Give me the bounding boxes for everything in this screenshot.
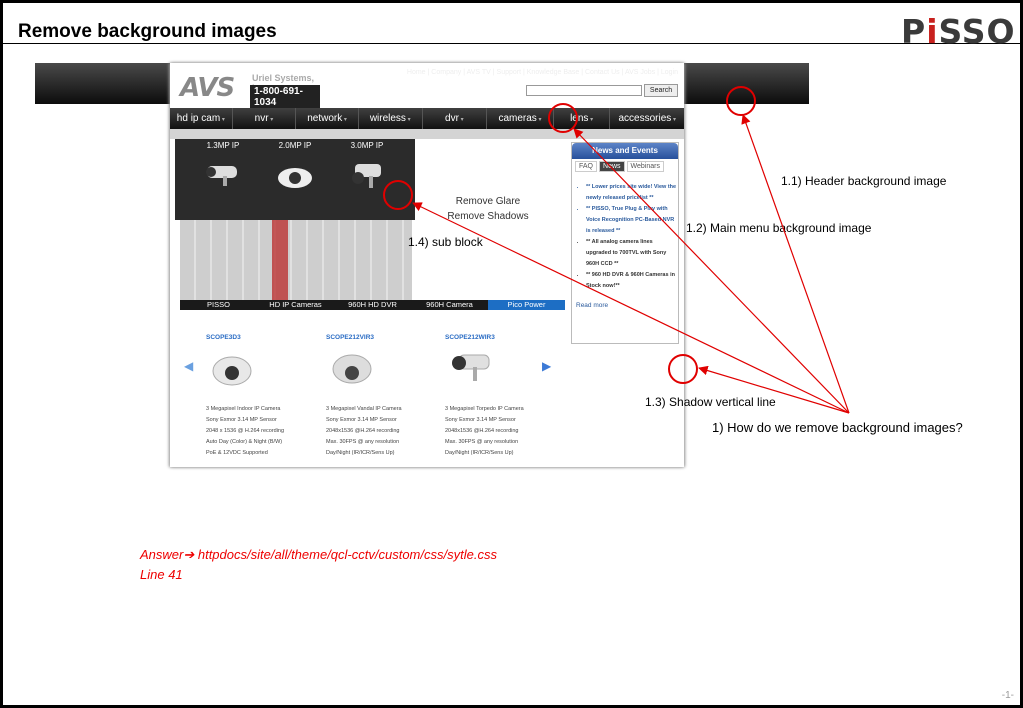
highlight-circle xyxy=(548,103,578,133)
highlight-circle xyxy=(668,354,698,384)
arrow-header xyxy=(741,114,850,414)
annotation-overlay xyxy=(383,86,850,414)
slide: Remove background images PiSSO -1- AVS U… xyxy=(3,3,1020,705)
arrow-sub-block xyxy=(412,202,850,414)
highlight-circle xyxy=(383,180,413,210)
highlight-circle xyxy=(726,86,756,116)
arrow-menu xyxy=(573,128,850,414)
